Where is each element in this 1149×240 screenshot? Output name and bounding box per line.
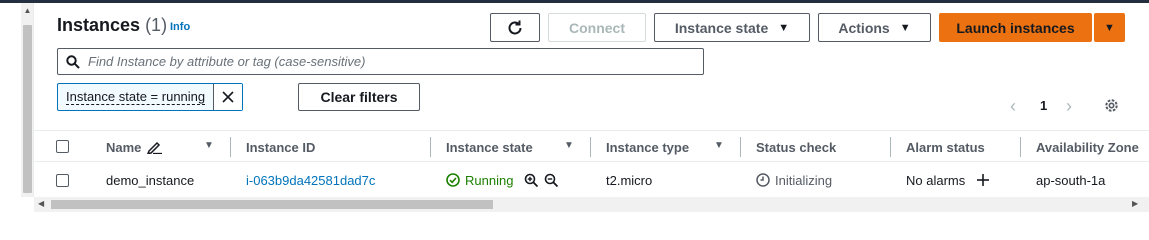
column-header-name-label: Name [106,139,142,155]
column-header-alarm-status-label: Alarm status [906,139,985,155]
column-header-instance-type[interactable]: Instance type [606,131,689,163]
column-header-status-check[interactable]: Status check [756,131,836,163]
cell-instance-id-link[interactable]: i-063b9da42581dad7c [246,163,375,197]
edit-pencil-icon[interactable] [147,140,163,154]
status-check-text: Initializing [775,172,833,188]
search-icon [66,54,80,69]
page-title: Instances (1) [57,15,167,36]
sort-caret-icon[interactable]: ▼ [714,140,724,151]
column-header-instance-id-label: Instance ID [246,139,316,155]
sort-caret-icon[interactable]: ▼ [204,140,214,151]
connect-button[interactable]: Connect [548,13,646,42]
row-select-checkbox[interactable] [56,174,69,187]
clock-icon [756,173,770,187]
settings-gear-icon[interactable] [1103,97,1120,114]
column-header-instance-id[interactable]: Instance ID [246,131,315,163]
sort-caret-icon[interactable]: ▼ [564,140,574,151]
actions-label: Actions [838,19,890,36]
column-header-availability-zone[interactable]: Availability Zone [1036,131,1139,163]
plus-icon[interactable] [976,173,990,187]
column-header-alarm-status[interactable]: Alarm status [906,131,985,163]
zoom-in-icon[interactable] [524,173,539,188]
column-header-name[interactable]: Name [106,131,163,163]
search-input[interactable]: Find Instance by attribute or tag (case-… [57,48,704,75]
column-separator[interactable] [430,137,431,157]
instance-state-dropdown[interactable]: Instance state ▼ [654,13,810,42]
column-separator[interactable] [230,137,231,157]
cell-name: demo_instance [106,172,195,188]
filter-token[interactable]: Instance state = running [57,83,244,111]
column-separator[interactable] [890,137,891,157]
select-all-checkbox[interactable] [56,140,69,153]
launch-instances-button[interactable]: Launch instances [939,13,1092,42]
refresh-icon [508,20,522,34]
instance-state-text: Running [465,172,514,188]
search-placeholder: Find Instance by attribute or tag (case-… [88,54,366,69]
filter-token-text: Instance state = running [66,89,206,105]
filter-token-label[interactable]: Instance state = running [58,84,215,110]
scroll-left-arrow-icon[interactable]: ◀ [38,199,44,208]
vertical-scrollbar-thumb[interactable] [23,25,32,193]
page-number[interactable]: 1 [1040,98,1047,113]
launch-instances-label: Launch instances [956,19,1075,36]
alarm-status-text: No alarms [906,172,966,188]
column-header-instance-state[interactable]: Instance state [446,131,533,163]
scroll-up-arrow-icon[interactable]: ▲ [21,5,34,17]
title-text: Instances [57,15,141,35]
close-icon [222,91,234,103]
chevron-right-icon[interactable]: › [1066,96,1072,117]
column-header-instance-type-label: Instance type [606,139,690,155]
column-separator[interactable] [590,137,591,157]
refresh-button[interactable] [490,13,540,42]
launch-options-dropdown[interactable]: ▼ [1094,13,1125,42]
status-running-icon [446,173,460,187]
clear-filters-button[interactable]: Clear filters [298,83,420,111]
horizontal-scrollbar-thumb[interactable] [51,200,493,209]
remove-filter-button[interactable] [214,84,243,110]
cell-instance-state: Running [446,163,559,197]
table-row[interactable]: demo_instance i-063b9da42581dad7c Runnin… [34,163,1149,197]
clear-filters-label: Clear filters [320,89,398,105]
column-header-availability-zone-label: Availability Zone [1036,139,1139,155]
caret-down-icon: ▼ [778,21,790,34]
caret-down-icon: ▼ [899,21,911,34]
caret-down-icon: ▼ [1104,21,1115,34]
scroll-right-arrow-icon[interactable]: ▶ [1132,199,1138,208]
zoom-out-icon[interactable] [544,173,559,188]
actions-dropdown[interactable]: Actions ▼ [818,13,931,42]
column-separator[interactable] [740,137,741,157]
chevron-left-icon[interactable]: ‹ [1010,96,1016,117]
info-link[interactable]: Info [170,21,190,33]
instance-state-label: Instance state [674,19,769,36]
column-separator[interactable] [1020,137,1021,157]
top-border [0,0,1149,3]
cell-alarm-status: No alarms [906,163,990,197]
connect-label: Connect [569,19,625,36]
cell-instance-type: t2.micro [606,172,653,188]
instance-count: (1) [145,15,168,35]
column-header-instance-state-label: Instance state [446,139,533,155]
cell-availability-zone: ap-south-1a [1036,172,1106,188]
column-header-status-check-label: Status check [756,139,837,155]
vertical-scrollbar[interactable]: ▲ [21,3,34,197]
horizontal-scrollbar[interactable]: ◀ ▶ [34,197,1149,212]
cell-status-check: Initializing [756,163,832,197]
table-header: Name ▼ Instance ID Instance state ▼ Inst… [34,130,1149,162]
